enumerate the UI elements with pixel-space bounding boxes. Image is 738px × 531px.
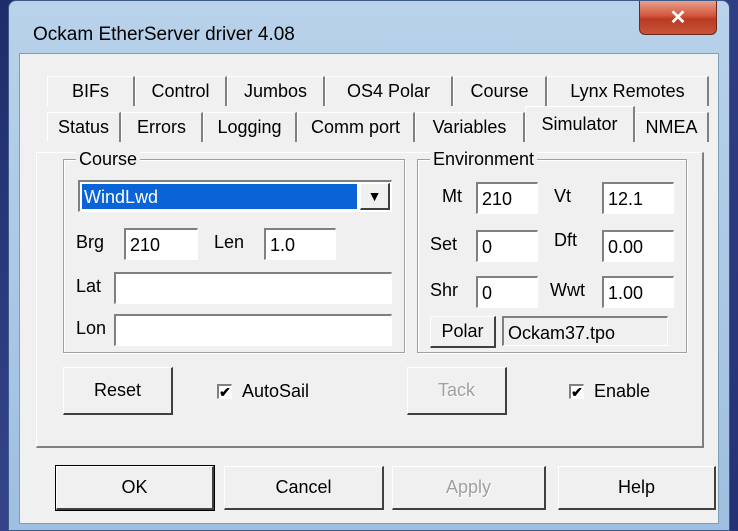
tab-bifs[interactable]: BIFs: [47, 76, 135, 106]
cancel-button[interactable]: Cancel: [224, 466, 384, 510]
tab-jumbos[interactable]: Jumbos: [227, 76, 325, 106]
tab-lynx-remotes[interactable]: Lynx Remotes: [547, 76, 709, 106]
autosail-checkbox[interactable]: ✔ AutoSail: [217, 381, 309, 402]
course-combobox[interactable]: WindLwd ▼: [78, 180, 392, 212]
vt-label: Vt: [554, 186, 572, 206]
environment-group: Environment Mt 210 Vt 12.1 Set 0 Dft 0.0…: [417, 149, 687, 353]
tab-course[interactable]: Course: [453, 76, 547, 106]
tab-label: Course: [470, 81, 529, 101]
tab-label: NMEA: [645, 117, 698, 137]
close-button[interactable]: ✕: [639, 1, 717, 35]
enable-check-icon: ✔: [569, 384, 584, 399]
apply-button[interactable]: Apply: [392, 466, 546, 510]
tab-label: Variables: [432, 117, 507, 137]
wwt-input[interactable]: 1.00: [602, 276, 674, 308]
enable-checkbox[interactable]: ✔ Enable: [569, 381, 650, 402]
tab-label: Lynx Remotes: [570, 81, 685, 101]
lon-label: Lon: [76, 318, 107, 338]
tab-status[interactable]: Status: [47, 112, 121, 142]
set-label: Set: [430, 234, 458, 254]
tab-label: Errors: [137, 117, 186, 137]
shr-label: Shr: [430, 280, 459, 300]
dft-label: Dft: [554, 230, 578, 250]
tab-label: Control: [151, 81, 210, 101]
tab-label: Jumbos: [243, 81, 308, 101]
autosail-label: AutoSail: [242, 381, 310, 401]
set-input[interactable]: 0: [476, 230, 538, 262]
tab-label: OS4 Polar: [346, 81, 431, 101]
environment-group-label: Environment: [430, 149, 538, 170]
polar-file-field: Ockam37.tpo: [502, 316, 668, 346]
simulator-tab-panel: Course WindLwd ▼ Brg 210 Len 1.0 Lat Lon…: [36, 149, 704, 448]
course-group: Course WindLwd ▼ Brg 210 Len 1.0 Lat Lon: [63, 149, 405, 353]
ok-button[interactable]: OK: [55, 465, 215, 511]
tab-control[interactable]: Control: [135, 76, 227, 106]
reset-button[interactable]: Reset: [63, 367, 173, 415]
lat-label: Lat: [76, 276, 102, 296]
mt-input[interactable]: 210: [476, 182, 538, 214]
tab-label: Status: [57, 117, 110, 137]
tab-label: Simulator: [541, 114, 618, 134]
wwt-label: Wwt: [550, 280, 585, 300]
tab-simulator[interactable]: Simulator: [525, 106, 635, 142]
brg-label: Brg: [76, 232, 105, 252]
course-combobox-value: WindLwd: [82, 184, 357, 209]
help-button[interactable]: Help: [558, 466, 716, 510]
tab-label: BIFs: [71, 81, 109, 101]
len-label: Len: [214, 232, 245, 252]
tab-variables[interactable]: Variables: [415, 112, 525, 142]
window-title: Ockam EtherServer driver 4.08: [33, 24, 295, 45]
tab-comm-port[interactable]: Comm port: [297, 112, 415, 142]
mt-label: Mt: [442, 186, 462, 206]
title-bar[interactable]: Ockam EtherServer driver 4.08 ✕: [9, 1, 729, 53]
tab-label: Logging: [217, 117, 282, 137]
len-input[interactable]: 1.0: [264, 228, 336, 260]
tab-nmea[interactable]: NMEA: [635, 112, 709, 142]
tab-os4-polar[interactable]: OS4 Polar: [325, 76, 453, 106]
tack-button[interactable]: Tack: [407, 367, 507, 415]
tab-logging[interactable]: Logging: [203, 112, 297, 142]
tab-errors[interactable]: Errors: [121, 112, 203, 142]
chevron-down-icon[interactable]: ▼: [360, 183, 390, 210]
brg-input[interactable]: 210: [124, 228, 198, 260]
close-icon: ✕: [669, 7, 687, 29]
lat-input[interactable]: [114, 272, 392, 304]
polar-button[interactable]: Polar: [430, 316, 496, 348]
vt-input[interactable]: 12.1: [602, 182, 674, 214]
autosail-check-icon: ✔: [217, 384, 232, 399]
dft-input[interactable]: 0.00: [602, 230, 674, 262]
shr-input[interactable]: 0: [476, 276, 538, 308]
enable-label: Enable: [594, 381, 651, 401]
tab-label: Comm port: [310, 117, 400, 137]
lon-input[interactable]: [114, 314, 392, 346]
course-group-label: Course: [76, 149, 141, 170]
